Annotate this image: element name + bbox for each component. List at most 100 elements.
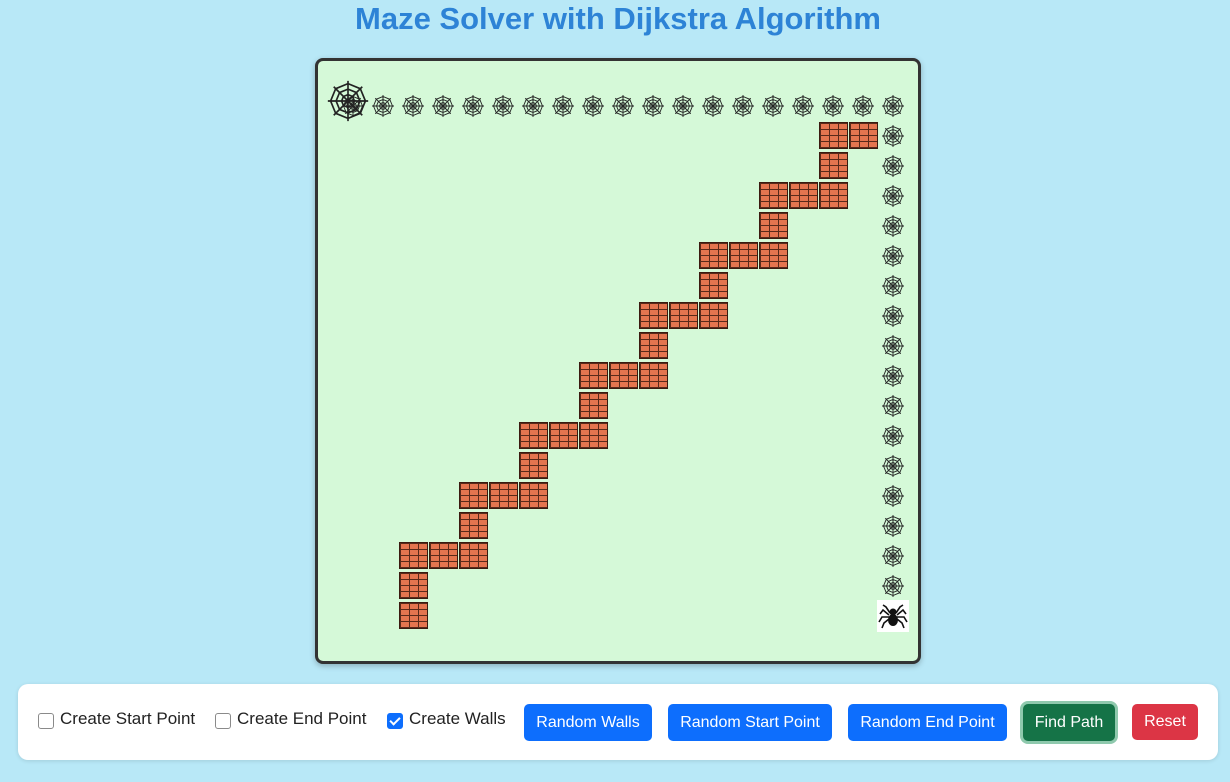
wall-cell[interactable] xyxy=(578,361,608,391)
create-walls-checkbox[interactable]: Create Walls xyxy=(387,708,506,730)
create-walls-checkbox-box[interactable] xyxy=(387,713,403,729)
path-cell[interactable] xyxy=(878,241,908,271)
path-cell[interactable] xyxy=(728,91,758,121)
wall-cell[interactable] xyxy=(818,121,848,151)
path-cell[interactable] xyxy=(668,91,698,121)
spiderweb-icon xyxy=(882,335,904,357)
start-cell[interactable] xyxy=(327,80,369,122)
wall-cell[interactable] xyxy=(518,481,548,511)
wall-cell[interactable] xyxy=(818,151,848,181)
path-cell[interactable] xyxy=(518,91,548,121)
wall-cell[interactable] xyxy=(398,601,428,631)
spiderweb-icon xyxy=(792,95,814,117)
path-cell[interactable] xyxy=(878,151,908,181)
wall-cell[interactable] xyxy=(758,211,788,241)
brick-wall-icon xyxy=(699,272,728,299)
path-cell[interactable] xyxy=(878,511,908,541)
path-cell[interactable] xyxy=(698,91,728,121)
wall-cell[interactable] xyxy=(728,241,758,271)
wall-cell[interactable] xyxy=(578,421,608,451)
path-cell[interactable] xyxy=(878,391,908,421)
wall-cell[interactable] xyxy=(818,181,848,211)
brick-wall-icon xyxy=(519,452,548,479)
wall-cell[interactable] xyxy=(758,241,788,271)
brick-wall-icon xyxy=(519,422,548,449)
brick-wall-icon xyxy=(819,182,848,209)
brick-wall-icon xyxy=(429,542,458,569)
path-cell[interactable] xyxy=(878,331,908,361)
maze-board[interactable] xyxy=(315,58,921,664)
spiderweb-icon xyxy=(882,245,904,267)
path-cell[interactable] xyxy=(788,91,818,121)
spiderweb-icon xyxy=(882,155,904,177)
wall-cell[interactable] xyxy=(458,511,488,541)
wall-cell[interactable] xyxy=(698,271,728,301)
path-cell[interactable] xyxy=(878,121,908,151)
path-cell[interactable] xyxy=(848,91,878,121)
path-cell[interactable] xyxy=(878,91,908,121)
path-cell[interactable] xyxy=(488,91,518,121)
spiderweb-icon xyxy=(822,95,844,117)
brick-wall-icon xyxy=(639,302,668,329)
wall-cell[interactable] xyxy=(668,301,698,331)
wall-cell[interactable] xyxy=(458,541,488,571)
path-cell[interactable] xyxy=(608,91,638,121)
path-cell[interactable] xyxy=(878,451,908,481)
path-cell[interactable] xyxy=(428,91,458,121)
wall-cell[interactable] xyxy=(578,391,608,421)
page-title: Maze Solver with Dijkstra Algorithm xyxy=(355,1,881,36)
path-cell[interactable] xyxy=(878,571,908,601)
spiderweb-icon xyxy=(732,95,754,117)
wall-cell[interactable] xyxy=(548,421,578,451)
create-end-checkbox-box[interactable] xyxy=(215,713,231,729)
path-cell[interactable] xyxy=(398,91,428,121)
random-walls-button[interactable]: Random Walls xyxy=(524,704,652,741)
path-cell[interactable] xyxy=(878,481,908,511)
wall-cell[interactable] xyxy=(398,541,428,571)
wall-cell[interactable] xyxy=(698,241,728,271)
brick-wall-icon xyxy=(639,332,668,359)
path-cell[interactable] xyxy=(878,301,908,331)
wall-cell[interactable] xyxy=(398,571,428,601)
path-cell[interactable] xyxy=(878,421,908,451)
wall-cell[interactable] xyxy=(848,121,878,151)
wall-cell[interactable] xyxy=(638,301,668,331)
path-cell[interactable] xyxy=(758,91,788,121)
create-start-checkbox-box[interactable] xyxy=(38,713,54,729)
path-cell[interactable] xyxy=(878,181,908,211)
path-cell[interactable] xyxy=(578,91,608,121)
path-cell[interactable] xyxy=(638,91,668,121)
random-end-button[interactable]: Random End Point xyxy=(848,704,1007,741)
path-cell[interactable] xyxy=(458,91,488,121)
wall-cell[interactable] xyxy=(758,181,788,211)
wall-cell[interactable] xyxy=(698,301,728,331)
wall-cell[interactable] xyxy=(638,361,668,391)
wall-cell[interactable] xyxy=(458,481,488,511)
brick-wall-icon xyxy=(759,212,788,239)
path-cell[interactable] xyxy=(548,91,578,121)
wall-cell[interactable] xyxy=(608,361,638,391)
wall-cell[interactable] xyxy=(428,541,458,571)
find-path-button[interactable]: Find Path xyxy=(1023,704,1115,741)
wall-cell[interactable] xyxy=(518,421,548,451)
path-cell[interactable] xyxy=(878,361,908,391)
brick-wall-icon xyxy=(399,602,428,629)
spiderweb-icon xyxy=(882,455,904,477)
spiderweb-icon xyxy=(432,95,454,117)
path-cell[interactable] xyxy=(878,211,908,241)
create-start-checkbox[interactable]: Create Start Point xyxy=(38,708,195,730)
wall-cell[interactable] xyxy=(518,451,548,481)
path-cell[interactable] xyxy=(878,541,908,571)
create-end-checkbox[interactable]: Create End Point xyxy=(215,708,366,730)
wall-cell[interactable] xyxy=(788,181,818,211)
maze-grid[interactable] xyxy=(318,61,918,661)
path-cell[interactable] xyxy=(818,91,848,121)
random-start-button[interactable]: Random Start Point xyxy=(668,704,832,741)
reset-button[interactable]: Reset xyxy=(1132,704,1198,740)
wall-cell[interactable] xyxy=(488,481,518,511)
spiderweb-icon xyxy=(882,485,904,507)
path-cell[interactable] xyxy=(878,271,908,301)
wall-cell[interactable] xyxy=(638,331,668,361)
path-cell[interactable] xyxy=(368,91,398,121)
end-cell[interactable] xyxy=(877,600,909,632)
